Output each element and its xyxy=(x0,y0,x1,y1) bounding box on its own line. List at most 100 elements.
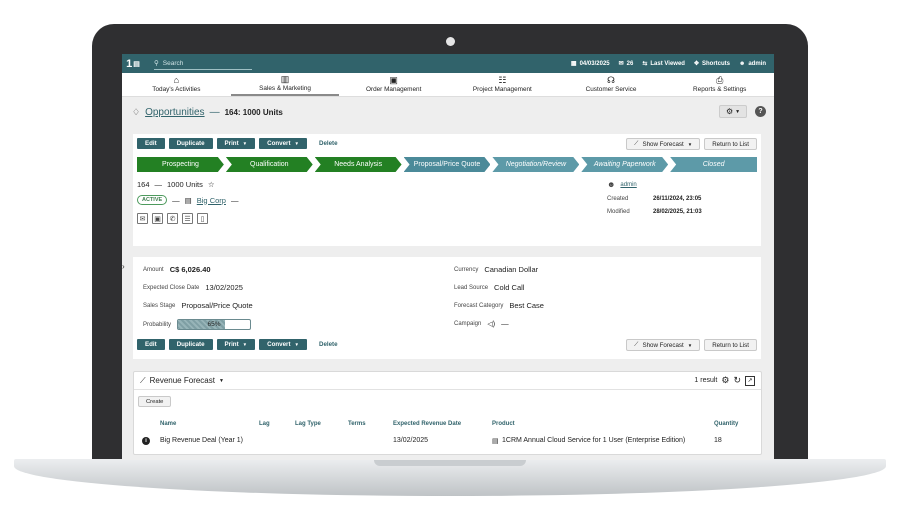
account-link[interactable]: Big Corp xyxy=(197,196,226,205)
mail-counter[interactable]: ✉ 26 xyxy=(618,60,634,68)
col-quantity[interactable]: Quantity xyxy=(714,421,738,427)
user-icon: ☻ xyxy=(607,180,616,189)
forecast-category-label: Forecast Category xyxy=(454,302,504,309)
home-icon: ⌂ xyxy=(173,75,180,85)
revenue-forecast-header: ⟋ Revenue Forecast ▼ 1 result ⚙ ↻ ↗ xyxy=(134,372,761,390)
expand-icon[interactable]: ↗ xyxy=(745,375,755,386)
modified-value: 28/02/2025, 21:03 xyxy=(653,209,702,215)
mail-icon: ✉ xyxy=(618,61,624,67)
history-icon: ⇆ xyxy=(642,61,648,67)
nav-reports-settings[interactable]: ⎙ Reports & Settings xyxy=(665,73,774,96)
stage-prospecting[interactable]: Prospecting xyxy=(137,157,224,172)
chevron-down-icon[interactable]: ▼ xyxy=(219,378,224,384)
edit-button[interactable]: Edit xyxy=(137,339,165,350)
calendar-date[interactable]: ▦ 04/03/2025 xyxy=(571,60,610,68)
print-button[interactable]: Print ▼ xyxy=(216,339,256,350)
dash-separator: — xyxy=(172,195,180,205)
sales-stage-label: Sales Stage xyxy=(143,302,176,309)
record-name: 1000 Units xyxy=(167,180,203,189)
convert-button[interactable]: Convert ▼ xyxy=(259,138,307,149)
mobile-icon[interactable]: ▯ xyxy=(197,213,208,224)
email-icon[interactable]: ✉ xyxy=(137,213,148,224)
forecast-row-name[interactable]: Big Revenue Deal (Year 1) xyxy=(160,437,243,444)
assigned-user-link[interactable]: admin xyxy=(620,182,636,188)
expand-sidebar-icon[interactable]: › xyxy=(122,262,125,271)
stage-qualification[interactable]: Qualification xyxy=(226,157,313,172)
gear-icon[interactable]: ⚙ xyxy=(721,375,729,386)
return-to-list-button[interactable]: Return to List xyxy=(704,138,757,150)
duplicate-button[interactable]: Duplicate xyxy=(168,138,213,149)
user-menu[interactable]: ☻ admin xyxy=(739,61,766,67)
columns-icon: ▥ xyxy=(280,74,290,84)
col-terms[interactable]: Terms xyxy=(348,421,366,427)
col-lag-type[interactable]: Lag Type xyxy=(295,421,321,427)
currency-value: Canadian Dollar xyxy=(484,265,539,274)
module-link[interactable]: Opportunities xyxy=(145,107,204,118)
contact-card-icon[interactable]: ▣ xyxy=(152,213,163,224)
col-expected-revenue-date[interactable]: Expected Revenue Date xyxy=(393,421,461,427)
app-logo[interactable]: 1 ▤ xyxy=(122,54,144,73)
show-forecast-button[interactable]: ⟋ Show Forecast ▼ xyxy=(626,339,701,351)
building-icon: ▤ xyxy=(184,195,192,205)
last-viewed-button[interactable]: ⇆ Last Viewed xyxy=(642,60,685,68)
list-icon[interactable]: ☰ xyxy=(182,213,193,224)
modified-label: Modified xyxy=(607,209,630,215)
diamond-icon: ♢ xyxy=(132,106,141,117)
nav-sales-marketing[interactable]: ▥ Sales & Marketing xyxy=(230,73,340,96)
edit-button[interactable]: Edit xyxy=(137,138,165,149)
printer-icon: ⎙ xyxy=(716,75,724,85)
amount-label: Amount xyxy=(143,266,164,273)
gear-icon: ⚙ xyxy=(725,107,734,116)
phone-icon[interactable]: ✆ xyxy=(167,213,178,224)
col-product[interactable]: Product xyxy=(492,421,515,427)
duplicate-button[interactable]: Duplicate xyxy=(168,339,213,350)
title-separator: — xyxy=(209,106,220,118)
return-to-list-button[interactable]: Return to List xyxy=(704,339,757,351)
headset-icon: ☊ xyxy=(607,75,616,85)
top-bar: 1 ▤ ⚲ Search ▦ 04/03/2025 ✉ 26 ⇆ Last Viewed… xyxy=(122,54,774,73)
show-forecast-button[interactable]: ⟋ Show Forecast ▼ xyxy=(626,138,701,150)
info-icon[interactable]: i xyxy=(142,437,150,445)
print-button[interactable]: Print ▼ xyxy=(216,138,256,149)
stage-negotiation-review[interactable]: Negotiation/Review xyxy=(492,157,579,172)
lead-source-value: Cold Call xyxy=(494,283,525,292)
chevron-down-icon: ▼ xyxy=(687,141,693,147)
create-button[interactable]: Create xyxy=(138,396,172,407)
nav-customer-service[interactable]: ☊ Customer Service xyxy=(557,73,666,96)
stage-proposal-price-quote[interactable]: Proposal/Price Quote xyxy=(404,157,491,172)
amount-value: C$ 6,026.40 xyxy=(169,265,211,274)
col-lag[interactable]: Lag xyxy=(259,421,270,427)
star-icon[interactable]: ☆ xyxy=(208,180,215,189)
nav-todays-activities[interactable]: ⌂ Today's Activities xyxy=(122,73,231,96)
shortcuts-button[interactable]: ✥ Shortcuts xyxy=(694,60,730,68)
nav-order-management[interactable]: ▣ Order Management xyxy=(339,73,448,96)
nav-project-management[interactable]: ☷ Project Management xyxy=(448,73,557,96)
col-name[interactable]: Name xyxy=(160,421,176,427)
record-details-card: Amount C$ 6,026.40 Currency Canadian Dolla… xyxy=(133,257,761,359)
convert-button[interactable]: Convert ▼ xyxy=(259,339,307,350)
search-input[interactable]: Search xyxy=(163,60,184,67)
delete-button[interactable]: Delete xyxy=(319,341,338,348)
settings-menu-button[interactable]: ⚙ ▼ xyxy=(719,105,747,118)
delete-button[interactable]: Delete xyxy=(319,140,338,147)
revenue-forecast-panel: ⟋ Revenue Forecast ▼ 1 result ⚙ ↻ ↗ Crea… xyxy=(133,371,762,455)
main-nav: ⌂ Today's Activities ▥ Sales & Marketing ▣… xyxy=(122,73,774,97)
lead-source-label: Lead Source xyxy=(454,284,489,291)
status-badge: ACTIVE xyxy=(137,195,168,205)
stage-awaiting-paperwork[interactable]: Awaiting Paperwork xyxy=(581,157,668,172)
campaign-label: Campaign xyxy=(454,320,482,327)
user-icon: ☻ xyxy=(739,60,746,67)
megaphone-icon: ◁) xyxy=(487,320,496,328)
chevron-down-icon: ▼ xyxy=(735,108,741,115)
page-title: 164: 1000 Units xyxy=(224,107,283,117)
forecast-row-product[interactable]: 1CRM Annual Cloud Service for 1 User (En… xyxy=(502,437,685,444)
stage-closed[interactable]: Closed xyxy=(670,157,758,172)
revenue-forecast-title[interactable]: Revenue Forecast xyxy=(150,376,215,385)
chevron-down-icon: ▼ xyxy=(242,141,248,146)
app-screen: 1 ▤ ⚲ Search ▦ 04/03/2025 ✉ 26 ⇆ Last Viewed… xyxy=(122,54,774,460)
help-icon[interactable]: ? xyxy=(755,106,766,117)
forecast-row-quantity: 18 xyxy=(714,437,722,444)
refresh-icon[interactable]: ↻ xyxy=(733,375,741,386)
stage-needs-analysis[interactable]: Needs Analysis xyxy=(315,157,402,172)
search-box[interactable]: ⚲ Search xyxy=(154,57,252,70)
